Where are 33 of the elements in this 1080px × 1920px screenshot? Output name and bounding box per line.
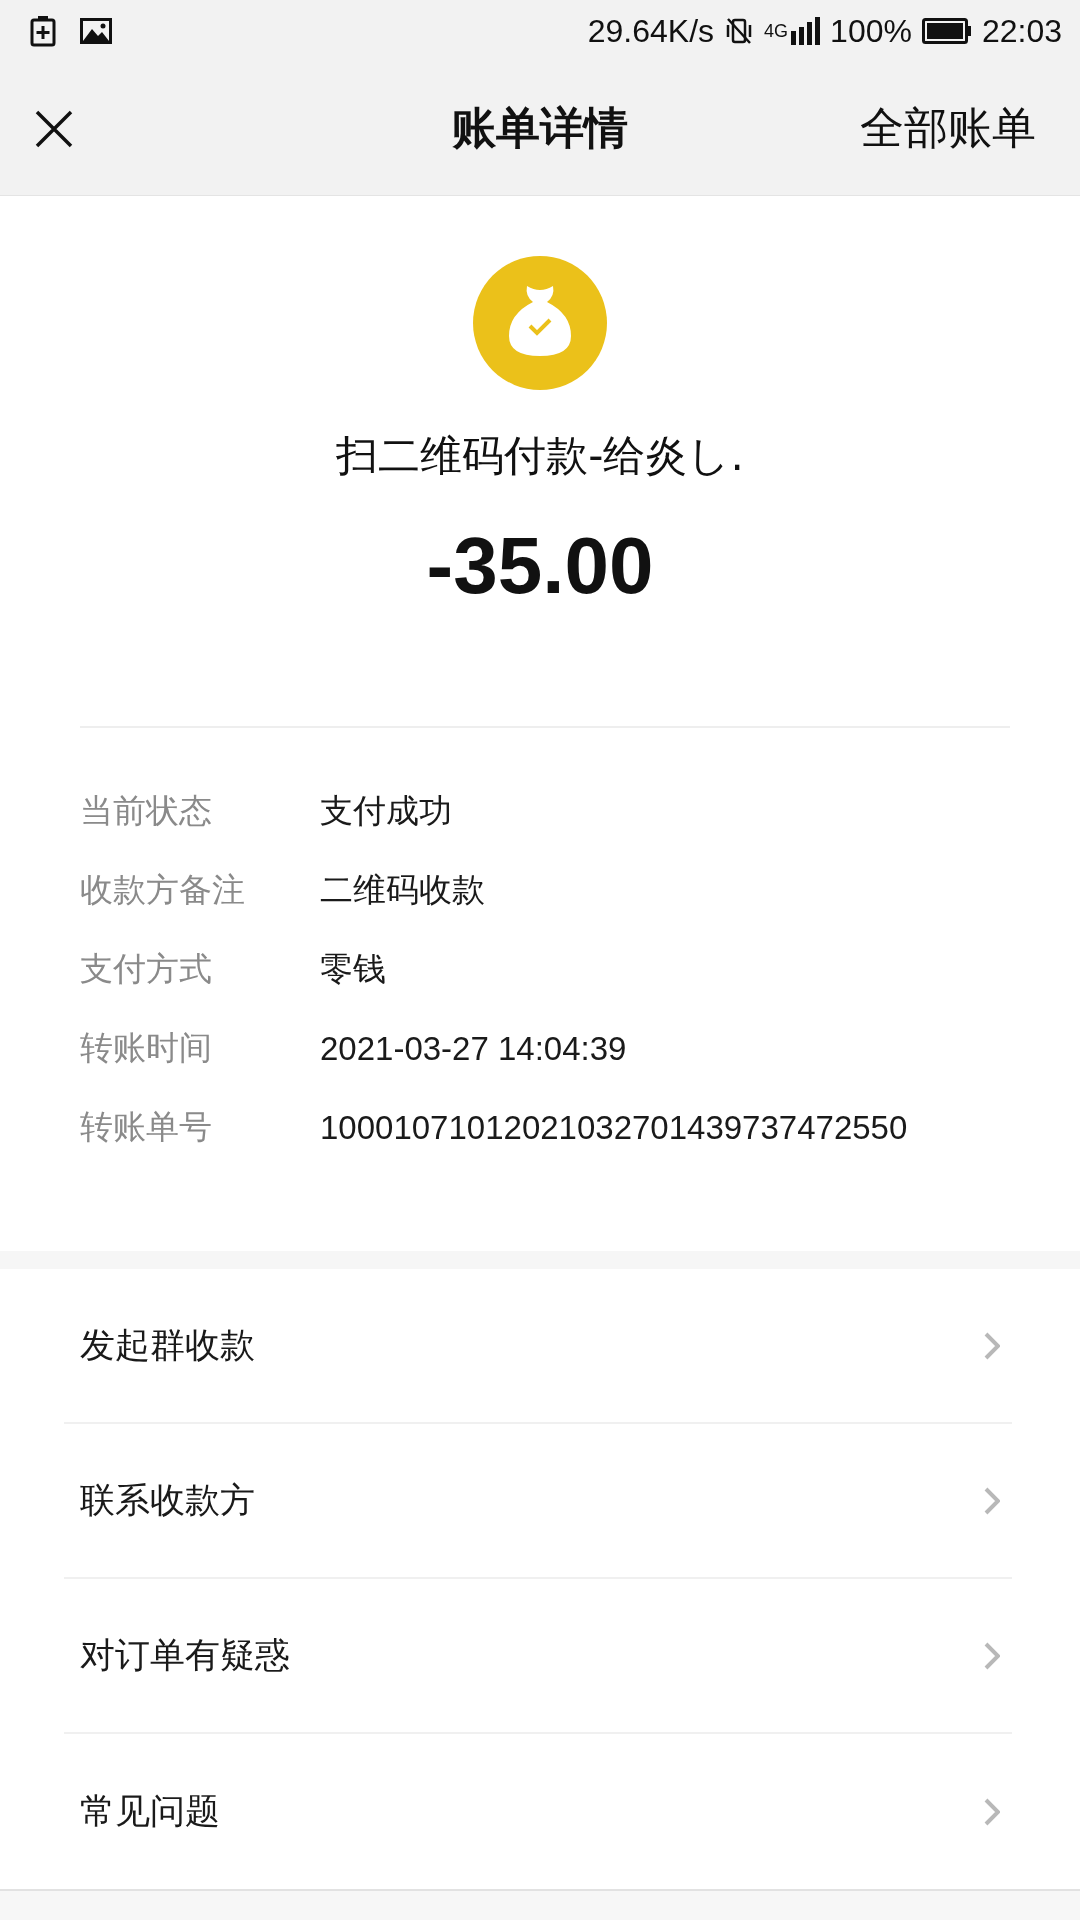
detail-label: 收款方备注 (80, 869, 246, 911)
battery-icon (921, 18, 972, 44)
payment-title: 扫二维码付款-给炎し. (336, 430, 744, 482)
detail-label: 支付方式 (80, 948, 213, 990)
payment-amount: -35.00 (426, 520, 654, 612)
all-bills-button[interactable]: 全部账单 (860, 99, 1036, 158)
detail-label: 转账时间 (80, 1027, 213, 1069)
detail-value: 二维码收款 (320, 870, 485, 910)
detail-label: 转账单号 (80, 1106, 213, 1148)
detail-value: 支付成功 (320, 791, 452, 831)
detail-value: 2021-03-27 14:04:39 (320, 1029, 627, 1068)
menu-item[interactable]: 常见问题 (64, 1788, 220, 1835)
chevron-right-icon (984, 1641, 1000, 1670)
chevron-right-icon (984, 1486, 1000, 1515)
image-icon (80, 18, 112, 44)
menu-item[interactable]: 对订单有疑惑 (64, 1632, 290, 1679)
close-button[interactable] (34, 108, 74, 149)
network-speed: 29.64K/s (587, 12, 715, 50)
signal-icon (790, 17, 821, 45)
menu-item[interactable]: 发起群收款 (64, 1322, 255, 1369)
menu-item[interactable]: 联系收款方 (64, 1477, 255, 1524)
page-title: 账单详情 (452, 101, 628, 155)
detail-value: 零钱 (320, 949, 386, 989)
close-icon (34, 108, 74, 149)
money-bag-icon (473, 256, 607, 390)
chevron-right-icon (984, 1797, 1000, 1826)
network-type: 4G (764, 20, 789, 42)
chevron-right-icon (984, 1331, 1000, 1360)
battery-percent: 100% (830, 12, 912, 50)
detail-label: 当前状态 (80, 790, 213, 832)
detail-value: 10001071012021032701439737472550 (320, 1108, 908, 1147)
battery-saver-icon (30, 15, 56, 47)
clock: 22:03 (981, 12, 1062, 50)
